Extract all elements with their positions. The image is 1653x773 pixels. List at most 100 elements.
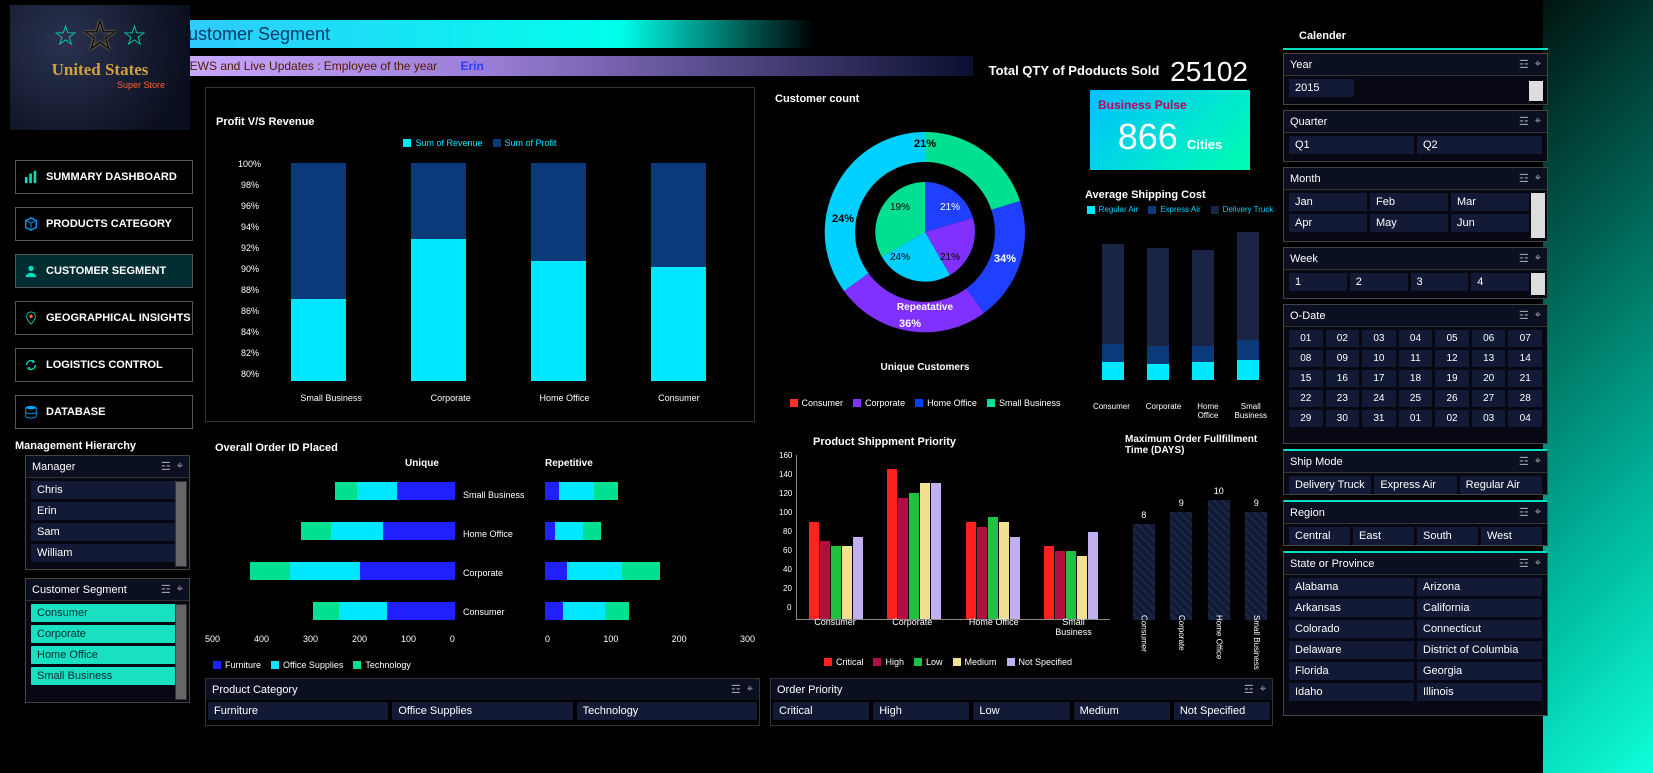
clear-filter-icon[interactable]: ⌖ [747, 683, 753, 696]
odate-item[interactable]: 10 [1362, 350, 1396, 367]
state-item[interactable]: Arkansas [1289, 599, 1414, 617]
odate-item[interactable]: 15 [1289, 370, 1323, 387]
clear-filter-icon[interactable]: ⌖ [1535, 58, 1541, 71]
scrollbar[interactable] [175, 481, 187, 567]
slicer-month[interactable]: Month☲⌖ Jan Feb Mar Apr May Jun [1283, 167, 1548, 242]
manager-item[interactable]: William [31, 544, 184, 562]
clear-filter-icon[interactable]: ⌖ [1535, 115, 1541, 128]
state-item[interactable]: Florida [1289, 662, 1414, 680]
nav-products[interactable]: PRODUCTS CATEGORY [15, 207, 193, 241]
odate-item[interactable]: 14 [1508, 350, 1542, 367]
odate-item[interactable]: 04 [1508, 410, 1542, 427]
scrollbar[interactable] [1531, 273, 1545, 295]
state-item[interactable]: Idaho [1289, 683, 1414, 701]
filter-order-priority[interactable]: Order Priority ☲⌖ Critical High Low Medi… [770, 678, 1273, 726]
clear-filter-icon[interactable]: ⌖ [1535, 309, 1541, 322]
multiselect-icon[interactable]: ☲ [1519, 252, 1529, 265]
multiselect-icon[interactable]: ☲ [1519, 115, 1529, 128]
slicer-year[interactable]: Year☲⌖ 2015 [1283, 53, 1548, 105]
odate-item[interactable]: 01 [1399, 410, 1433, 427]
multiselect-icon[interactable]: ☲ [731, 683, 741, 696]
slicer-week[interactable]: Week☲⌖ 1 2 3 4 [1283, 247, 1548, 299]
odate-item[interactable]: 09 [1326, 350, 1360, 367]
segment-item[interactable]: Consumer [31, 604, 184, 622]
odate-item[interactable]: 03 [1362, 330, 1396, 347]
odate-item[interactable]: 04 [1399, 330, 1433, 347]
slicer-region[interactable]: Region☲⌖ Central East South West [1283, 500, 1548, 546]
odate-item[interactable]: 01 [1289, 330, 1323, 347]
odate-item[interactable]: 27 [1472, 390, 1506, 407]
nav-database[interactable]: DATABASE [15, 395, 193, 429]
odate-item[interactable]: 16 [1326, 370, 1360, 387]
odate-item[interactable]: 05 [1435, 330, 1469, 347]
state-item[interactable]: Arizona [1417, 578, 1542, 596]
multiselect-icon[interactable]: ☲ [1519, 557, 1529, 570]
odate-item[interactable]: 22 [1289, 390, 1323, 407]
odate-item[interactable]: 24 [1362, 390, 1396, 407]
odate-item[interactable]: 28 [1508, 390, 1542, 407]
nav-geographical[interactable]: GEOGRAPHICAL INSIGHTS [15, 301, 193, 335]
state-item[interactable]: California [1417, 599, 1542, 617]
slicer-quarter[interactable]: Quarter☲⌖ Q1 Q2 [1283, 110, 1548, 162]
clear-filter-icon[interactable]: ⌖ [177, 583, 183, 596]
segment-item[interactable]: Corporate [31, 625, 184, 643]
segment-item[interactable]: Small Business [31, 667, 184, 685]
multiselect-icon[interactable]: ☲ [161, 583, 171, 596]
multiselect-icon[interactable]: ☲ [1519, 309, 1529, 322]
slicer-shipmode[interactable]: Ship Mode☲⌖ Delivery Truck Express Air R… [1283, 449, 1548, 495]
odate-item[interactable]: 03 [1472, 410, 1506, 427]
odate-item[interactable]: 31 [1362, 410, 1396, 427]
state-item[interactable]: Delaware [1289, 641, 1414, 659]
odate-item[interactable]: 23 [1326, 390, 1360, 407]
odate-item[interactable]: 19 [1435, 370, 1469, 387]
slicer-odate[interactable]: O-Date☲⌖ 0102030405060708091011121314151… [1283, 304, 1548, 444]
odate-item[interactable]: 29 [1289, 410, 1323, 427]
odate-item[interactable]: 20 [1472, 370, 1506, 387]
odate-item[interactable]: 25 [1399, 390, 1433, 407]
filter-product-category[interactable]: Product Category ☲⌖ Furniture Office Sup… [205, 678, 760, 726]
scrollbar[interactable] [175, 604, 187, 700]
clear-filter-icon[interactable]: ⌖ [1535, 172, 1541, 185]
nav-summary[interactable]: SUMMARY DASHBOARD [15, 160, 193, 194]
odate-item[interactable]: 07 [1508, 330, 1542, 347]
state-item[interactable]: Connecticut [1417, 620, 1542, 638]
odate-item[interactable]: 13 [1472, 350, 1506, 367]
scrollbar[interactable] [1529, 81, 1543, 101]
scrollbar[interactable] [1531, 193, 1545, 238]
manager-item[interactable]: Chris [31, 481, 184, 499]
state-item[interactable]: Alabama [1289, 578, 1414, 596]
multiselect-icon[interactable]: ☲ [1244, 683, 1254, 696]
odate-item[interactable]: 26 [1435, 390, 1469, 407]
odate-item[interactable]: 06 [1472, 330, 1506, 347]
clear-filter-icon[interactable]: ⌖ [1535, 455, 1541, 468]
multiselect-icon[interactable]: ☲ [1519, 455, 1529, 468]
clear-filter-icon[interactable]: ⌖ [1535, 252, 1541, 265]
state-item[interactable]: District of Columbia [1417, 641, 1542, 659]
odate-item[interactable]: 18 [1399, 370, 1433, 387]
odate-item[interactable]: 12 [1435, 350, 1469, 367]
odate-item[interactable]: 08 [1289, 350, 1323, 367]
slicer-manager[interactable]: Manager ☲ ⌖ Chris Erin Sam William [25, 455, 190, 570]
segment-item[interactable]: Home Office [31, 646, 184, 664]
odate-item[interactable]: 02 [1326, 330, 1360, 347]
odate-item[interactable]: 11 [1399, 350, 1433, 367]
clear-filter-icon[interactable]: ⌖ [1260, 683, 1266, 696]
nav-customer-segment[interactable]: CUSTOMER SEGMENT [15, 254, 193, 288]
multiselect-icon[interactable]: ☲ [1519, 172, 1529, 185]
slicer-customer-segment[interactable]: Customer Segment ☲ ⌖ Consumer Corporate … [25, 578, 190, 703]
manager-item[interactable]: Sam [31, 523, 184, 541]
odate-item[interactable]: 30 [1326, 410, 1360, 427]
multiselect-icon[interactable]: ☲ [1519, 506, 1529, 519]
nav-logistics[interactable]: LOGISTICS CONTROL [15, 348, 193, 382]
slicer-state[interactable]: State or Province☲⌖ AlabamaArizonaArkans… [1283, 551, 1548, 716]
manager-item[interactable]: Erin [31, 502, 184, 520]
state-item[interactable]: Colorado [1289, 620, 1414, 638]
multiselect-icon[interactable]: ☲ [161, 460, 171, 473]
clear-filter-icon[interactable]: ⌖ [177, 460, 183, 473]
odate-item[interactable]: 02 [1435, 410, 1469, 427]
multiselect-icon[interactable]: ☲ [1519, 58, 1529, 71]
state-item[interactable]: Georgia [1417, 662, 1542, 680]
clear-filter-icon[interactable]: ⌖ [1535, 557, 1541, 570]
odate-item[interactable]: 21 [1508, 370, 1542, 387]
state-item[interactable]: Illinois [1417, 683, 1542, 701]
